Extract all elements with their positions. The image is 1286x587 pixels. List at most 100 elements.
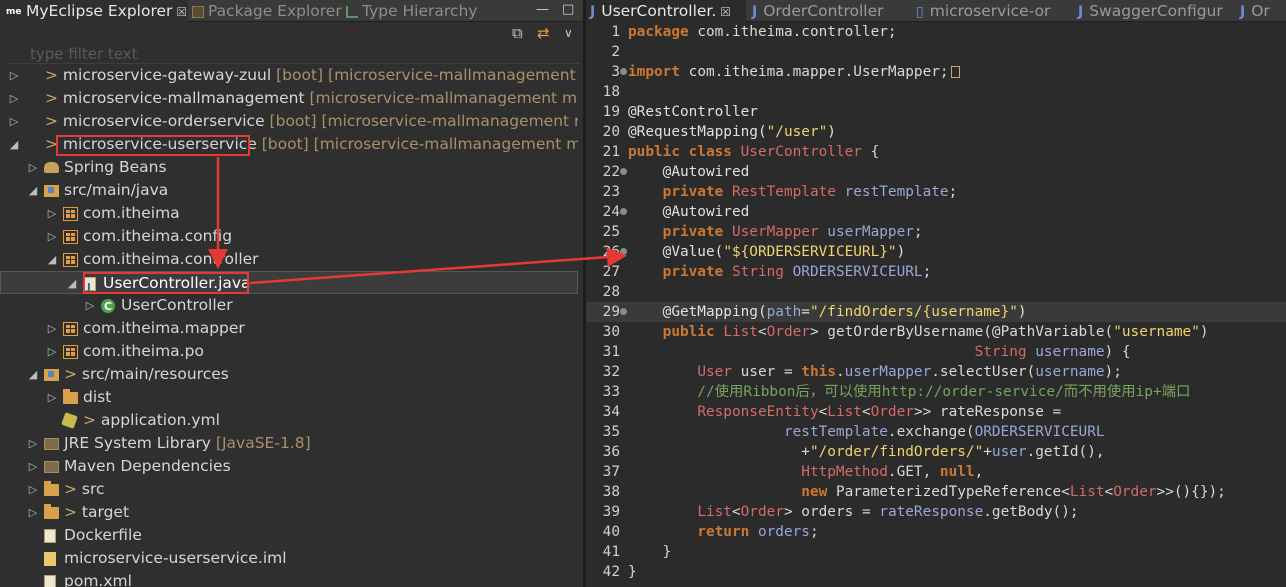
tree-item[interactable]: ▷ Spring Beans: [0, 156, 578, 179]
code-line[interactable]: 40 return orders;: [586, 522, 1286, 542]
fold-icon[interactable]: [620, 168, 627, 175]
code-line[interactable]: 18: [586, 82, 1286, 102]
code-line[interactable]: 23 private RestTemplate restTemplate;: [586, 182, 1286, 202]
code-line[interactable]: 20 @RequestMapping("/user"): [586, 122, 1286, 142]
collapsed-arrow-icon[interactable]: ▷: [27, 455, 39, 478]
code-line[interactable]: 37 HttpMethod.GET, null,: [586, 462, 1286, 482]
tree-item[interactable]: pom.xml: [0, 570, 578, 587]
code-editor[interactable]: J UserController. ☒ J OrderController ▯ micr…: [586, 0, 1286, 587]
tree-item[interactable]: ▷ Maven Dependencies: [0, 455, 578, 478]
fold-icon[interactable]: [620, 308, 627, 315]
close-icon[interactable]: ☒: [176, 5, 187, 19]
collapsed-arrow-icon[interactable]: ▷: [46, 340, 58, 363]
expanded-arrow-icon[interactable]: ◢: [8, 133, 20, 156]
collapsed-arrow-icon[interactable]: ▷: [27, 501, 39, 524]
code-line[interactable]: 19 @RestController: [586, 102, 1286, 122]
tab-usercontroller[interactable]: J UserController. ☒: [586, 0, 746, 22]
code-line[interactable]: 3 import com.itheima.mapper.UserMapper;: [586, 62, 1286, 82]
line-number: 28: [602, 284, 620, 300]
code-line[interactable]: 25 private UserMapper userMapper;: [586, 222, 1286, 242]
code-line[interactable]: 34 ResponseEntity<List<Order>> rateRespo…: [586, 402, 1286, 422]
tab-myeclipse-explorer[interactable]: me MyEclipse Explorer ☒: [0, 0, 188, 22]
code-line[interactable]: 41 }: [586, 542, 1286, 562]
code-line[interactable]: 2: [586, 42, 1286, 62]
code-text: restTemplate.exchange(ORDERSERVICEURL: [628, 422, 1105, 442]
collapsed-arrow-icon[interactable]: ▷: [8, 64, 20, 87]
collapsed-arrow-icon[interactable]: ▷: [8, 110, 20, 133]
tree-item[interactable]: ▷ > microservice-gateway-zuul [boot] [mic…: [0, 64, 578, 87]
tree-item[interactable]: ◢ com.itheima.controller: [0, 248, 578, 271]
tree-item[interactable]: ▷ JRE System Library [JavaSE-1.8]: [0, 432, 578, 455]
collapsed-arrow-icon[interactable]: ▷: [46, 317, 58, 340]
code-text: private RestTemplate restTemplate;: [628, 182, 958, 202]
code-line[interactable]: 30 public List<Order> getOrderByUsername…: [586, 322, 1286, 342]
code-line[interactable]: 42}: [586, 562, 1286, 582]
code-line[interactable]: 39 List<Order> orders = rateResponse.get…: [586, 502, 1286, 522]
code-line[interactable]: 31 String username) {: [586, 342, 1286, 362]
minimize-button[interactable]: —: [536, 0, 549, 22]
collapsed-arrow-icon[interactable]: ▷: [8, 87, 20, 110]
collapsed-arrow-icon[interactable]: ▷: [46, 386, 58, 409]
fold-icon[interactable]: [620, 248, 627, 255]
code-line[interactable]: 38 new ParameterizedTypeReference<List<O…: [586, 482, 1286, 502]
tree-item[interactable]: ▷ > target: [0, 501, 578, 524]
tree-item[interactable]: ▷ com.itheima.mapper: [0, 317, 578, 340]
tab-type-hierarchy[interactable]: Type Hierarchy: [342, 0, 480, 22]
tree-item[interactable]: > application.yml: [0, 409, 578, 432]
collapsed-arrow-icon[interactable]: ▷: [27, 478, 39, 501]
collapse-all-icon[interactable]: ⧉: [512, 25, 523, 41]
code-line[interactable]: 21 public class UserController {: [586, 142, 1286, 162]
tree-item[interactable]: ▷ UserController: [0, 294, 578, 317]
tab-swaggerconfig[interactable]: J SwaggerConfigur: [1074, 0, 1230, 22]
code-line[interactable]: 26 @Value("${ORDERSERVICEURL}"): [586, 242, 1286, 262]
tab-ordercontroller[interactable]: J OrderController: [748, 0, 904, 22]
expanded-arrow-icon[interactable]: ◢: [27, 179, 39, 202]
folded-imports-icon[interactable]: [950, 66, 960, 78]
code-line[interactable]: 29 @GetMapping(path="/findOrders/{userna…: [586, 302, 1286, 322]
maximize-button[interactable]: □: [562, 0, 574, 22]
file-icon: [44, 529, 56, 543]
tree-item[interactable]: ▷ com.itheima: [0, 202, 578, 225]
tab-label: UserController.: [601, 2, 717, 20]
code-line[interactable]: 35 restTemplate.exchange(ORDERSERVICEURL: [586, 422, 1286, 442]
close-icon[interactable]: ☒: [720, 5, 731, 19]
tree-item-label: > src/main/resources: [64, 363, 229, 386]
tree-item[interactable]: ◢ src/main/java: [0, 179, 578, 202]
code-line[interactable]: 33 //使用Ribbon后，可以使用http://order-service/…: [586, 382, 1286, 402]
code-token: com.itheima.mapper.UserMapper;: [688, 64, 949, 80]
code-line[interactable]: 28: [586, 282, 1286, 302]
code-token: .getBody();: [983, 504, 1079, 520]
code-line[interactable]: 22 @Autowired: [586, 162, 1286, 182]
collapsed-arrow-icon[interactable]: ▷: [84, 294, 96, 317]
line-number: 2: [611, 44, 620, 60]
collapsed-arrow-icon[interactable]: ▷: [27, 432, 39, 455]
tree-item[interactable]: ▷ > microservice-mallmanagement [microser…: [0, 87, 578, 110]
code-line[interactable]: 27 private String ORDERSERVICEURL;: [586, 262, 1286, 282]
code-line[interactable]: 36 +"/order/findOrders/"+user.getId(),: [586, 442, 1286, 462]
code-line[interactable]: 24 @Autowired: [586, 202, 1286, 222]
collapsed-arrow-icon[interactable]: ▷: [46, 202, 58, 225]
collapsed-arrow-icon[interactable]: ▷: [46, 225, 58, 248]
tab-or[interactable]: J Or: [1236, 0, 1286, 22]
tab-package-explorer[interactable]: Package Explorer: [188, 0, 342, 22]
tree-item[interactable]: ▷ > microservice-orderservice [boot] [mic…: [0, 110, 578, 133]
tree-item[interactable]: ▷ dist: [0, 386, 578, 409]
link-with-editor-icon[interactable]: ⇄: [537, 25, 550, 41]
view-menu-icon[interactable]: ∨: [564, 25, 573, 41]
code-line[interactable]: 1 package com.itheima.controller;: [586, 22, 1286, 42]
expanded-arrow-icon[interactable]: ◢: [27, 363, 39, 386]
tree-item[interactable]: ▷ > src: [0, 478, 578, 501]
tree-item[interactable]: ▷ com.itheima.po: [0, 340, 578, 363]
expanded-arrow-icon[interactable]: ◢: [66, 272, 78, 293]
tab-microservice-or[interactable]: ▯ microservice-or: [912, 0, 1068, 22]
fold-icon[interactable]: [620, 68, 627, 75]
tree-item[interactable]: ◢ > src/main/resources: [0, 363, 578, 386]
fold-icon[interactable]: [620, 208, 627, 215]
tree-item[interactable]: Dockerfile: [0, 524, 578, 547]
code-line[interactable]: 32 User user = this.userMapper.selectUse…: [586, 362, 1286, 382]
tree-item[interactable]: microservice-userservice.iml: [0, 547, 578, 570]
collapsed-arrow-icon[interactable]: ▷: [27, 156, 39, 179]
filter-input[interactable]: [8, 44, 580, 64]
tree-item[interactable]: ▷ com.itheima.config: [0, 225, 578, 248]
expanded-arrow-icon[interactable]: ◢: [46, 248, 58, 271]
